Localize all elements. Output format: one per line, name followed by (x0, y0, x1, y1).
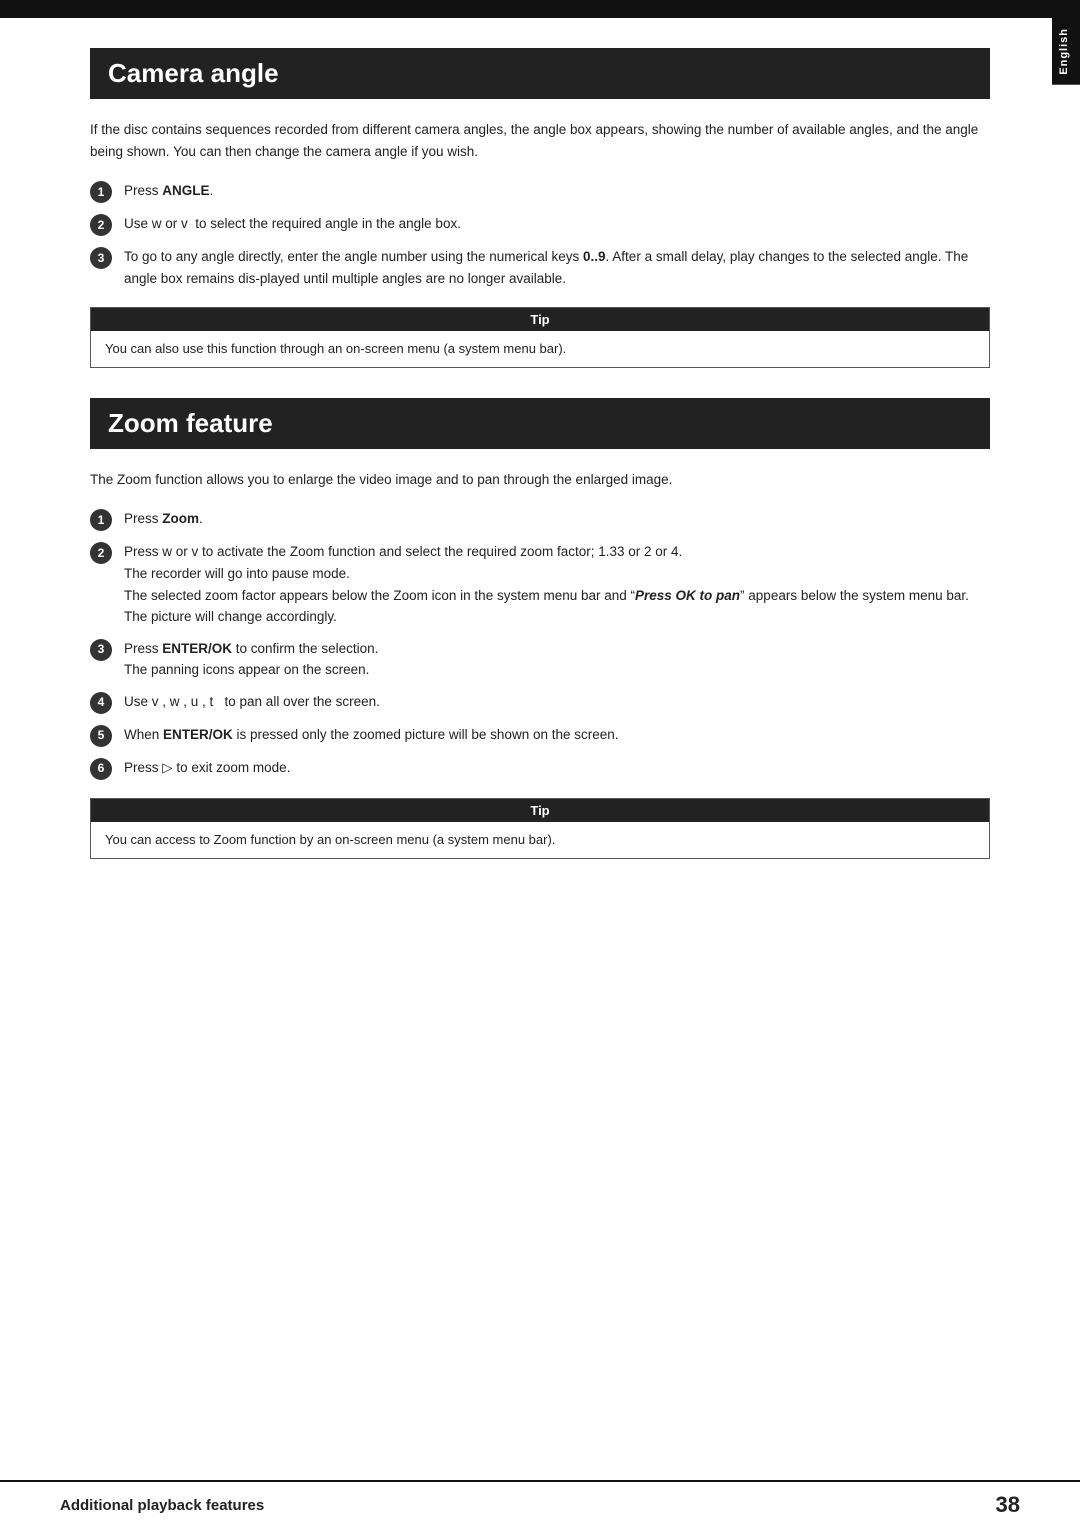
camera-step-2: 2 Use w or v to select the required angl… (90, 213, 990, 236)
camera-angle-steps: 1 Press ANGLE. 2 Use w or v to select th… (90, 180, 990, 289)
zoom-step-6: 6 Press ▷ to exit zoom mode. (90, 757, 990, 780)
footer-left-text: Additional playback features (60, 1497, 264, 1514)
step-3-content: To go to any angle directly, enter the a… (124, 246, 990, 289)
zoom-feature-section: Zoom feature The Zoom function allows yo… (90, 398, 990, 859)
step-num-3: 3 (90, 247, 112, 269)
step-num-1: 1 (90, 181, 112, 203)
step-num-2: 2 (90, 214, 112, 236)
zoom-step-1-content: Press Zoom. (124, 508, 990, 530)
camera-angle-tip-body: You can also use this function through a… (91, 331, 989, 367)
zoom-step-5-content: When ENTER/OK is pressed only the zoomed… (124, 724, 990, 746)
zoom-step-num-5: 5 (90, 725, 112, 747)
zoom-feature-heading: Zoom feature (90, 398, 990, 449)
step-1-content: Press ANGLE. (124, 180, 990, 202)
zoom-step-num-2: 2 (90, 542, 112, 564)
camera-angle-tip-box: Tip You can also use this function throu… (90, 307, 990, 368)
side-tab-english: English (1052, 18, 1080, 85)
zoom-feature-tip-header: Tip (91, 799, 989, 822)
zoom-feature-intro: The Zoom function allows you to enlarge … (90, 469, 990, 491)
zoom-step-num-3: 3 (90, 639, 112, 661)
camera-angle-tip-header: Tip (91, 308, 989, 331)
zoom-feature-tip-box: Tip You can access to Zoom function by a… (90, 798, 990, 859)
camera-angle-intro: If the disc contains sequences recorded … (90, 119, 990, 162)
step-2-content: Use w or v to select the required angle … (124, 213, 990, 235)
zoom-step-2: 2 Press w or v to activate the Zoom func… (90, 541, 990, 627)
main-content: Camera angle If the disc contains sequen… (30, 18, 1050, 949)
camera-angle-heading: Camera angle (90, 48, 990, 99)
zoom-step-2-content: Press w or v to activate the Zoom functi… (124, 541, 990, 627)
zoom-step-4: 4 Use v , w , u , t to pan all over the … (90, 691, 990, 714)
zoom-step-num-1: 1 (90, 509, 112, 531)
zoom-step-3: 3 Press ENTER/OK to confirm the selectio… (90, 638, 990, 681)
zoom-step-num-6: 6 (90, 758, 112, 780)
zoom-feature-steps: 1 Press Zoom. 2 Press w or v to activate… (90, 508, 990, 780)
zoom-step-4-content: Use v , w , u , t to pan all over the sc… (124, 691, 990, 713)
footer-page-number: 38 (996, 1492, 1020, 1518)
zoom-step-3-content: Press ENTER/OK to confirm the selection.… (124, 638, 990, 681)
top-bar (0, 0, 1080, 18)
zoom-step-5: 5 When ENTER/OK is pressed only the zoom… (90, 724, 990, 747)
camera-step-1: 1 Press ANGLE. (90, 180, 990, 203)
camera-angle-section: Camera angle If the disc contains sequen… (90, 48, 990, 368)
camera-step-3: 3 To go to any angle directly, enter the… (90, 246, 990, 289)
zoom-feature-tip-body: You can access to Zoom function by an on… (91, 822, 989, 858)
zoom-step-1: 1 Press Zoom. (90, 508, 990, 531)
footer: Additional playback features 38 (0, 1480, 1080, 1528)
zoom-step-num-4: 4 (90, 692, 112, 714)
zoom-step-6-content: Press ▷ to exit zoom mode. (124, 757, 990, 779)
